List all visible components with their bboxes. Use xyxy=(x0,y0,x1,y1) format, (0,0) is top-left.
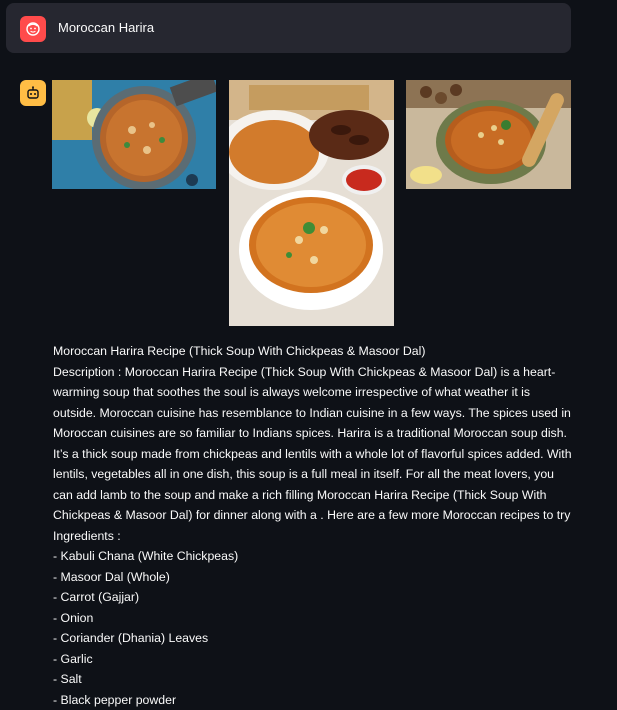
user-message-text: Moroccan Harira xyxy=(58,20,155,35)
ingredient-item: - Coriander (Dhania) Leaves xyxy=(53,631,209,645)
ingredient-item: - Kabuli Chana (White Chickpeas) xyxy=(53,549,239,563)
harira-with-chickpeas-and-lemon-image xyxy=(406,80,571,189)
recipe-title: Moroccan Harira Recipe (Thick Soup With … xyxy=(53,344,426,358)
harira-with-dates-and-bread-image xyxy=(229,80,394,326)
assistant-response: Moroccan Harira Recipe (Thick Soup With … xyxy=(53,341,573,710)
ingredient-item: - Black pepper powder xyxy=(53,692,177,707)
bot-icon xyxy=(20,80,46,106)
ingredients-label: Ingredients : xyxy=(53,528,121,543)
scrollbar[interactable] xyxy=(611,0,617,710)
user-face-icon xyxy=(20,16,46,42)
recipe-description: Description : Moroccan Harira Recipe (Th… xyxy=(53,364,572,523)
ingredient-item: - Onion xyxy=(53,610,94,625)
ingredient-item: - Salt xyxy=(53,672,82,686)
ingredient-item: - Masoor Dal (Whole) xyxy=(53,569,170,584)
ingredient-item: - Garlic xyxy=(53,651,93,666)
ingredient-item: - Carrot (Gajjar) xyxy=(53,590,140,604)
user-message: Moroccan Harira xyxy=(6,3,571,53)
harira-bowl-with-spoon-image xyxy=(52,80,216,189)
